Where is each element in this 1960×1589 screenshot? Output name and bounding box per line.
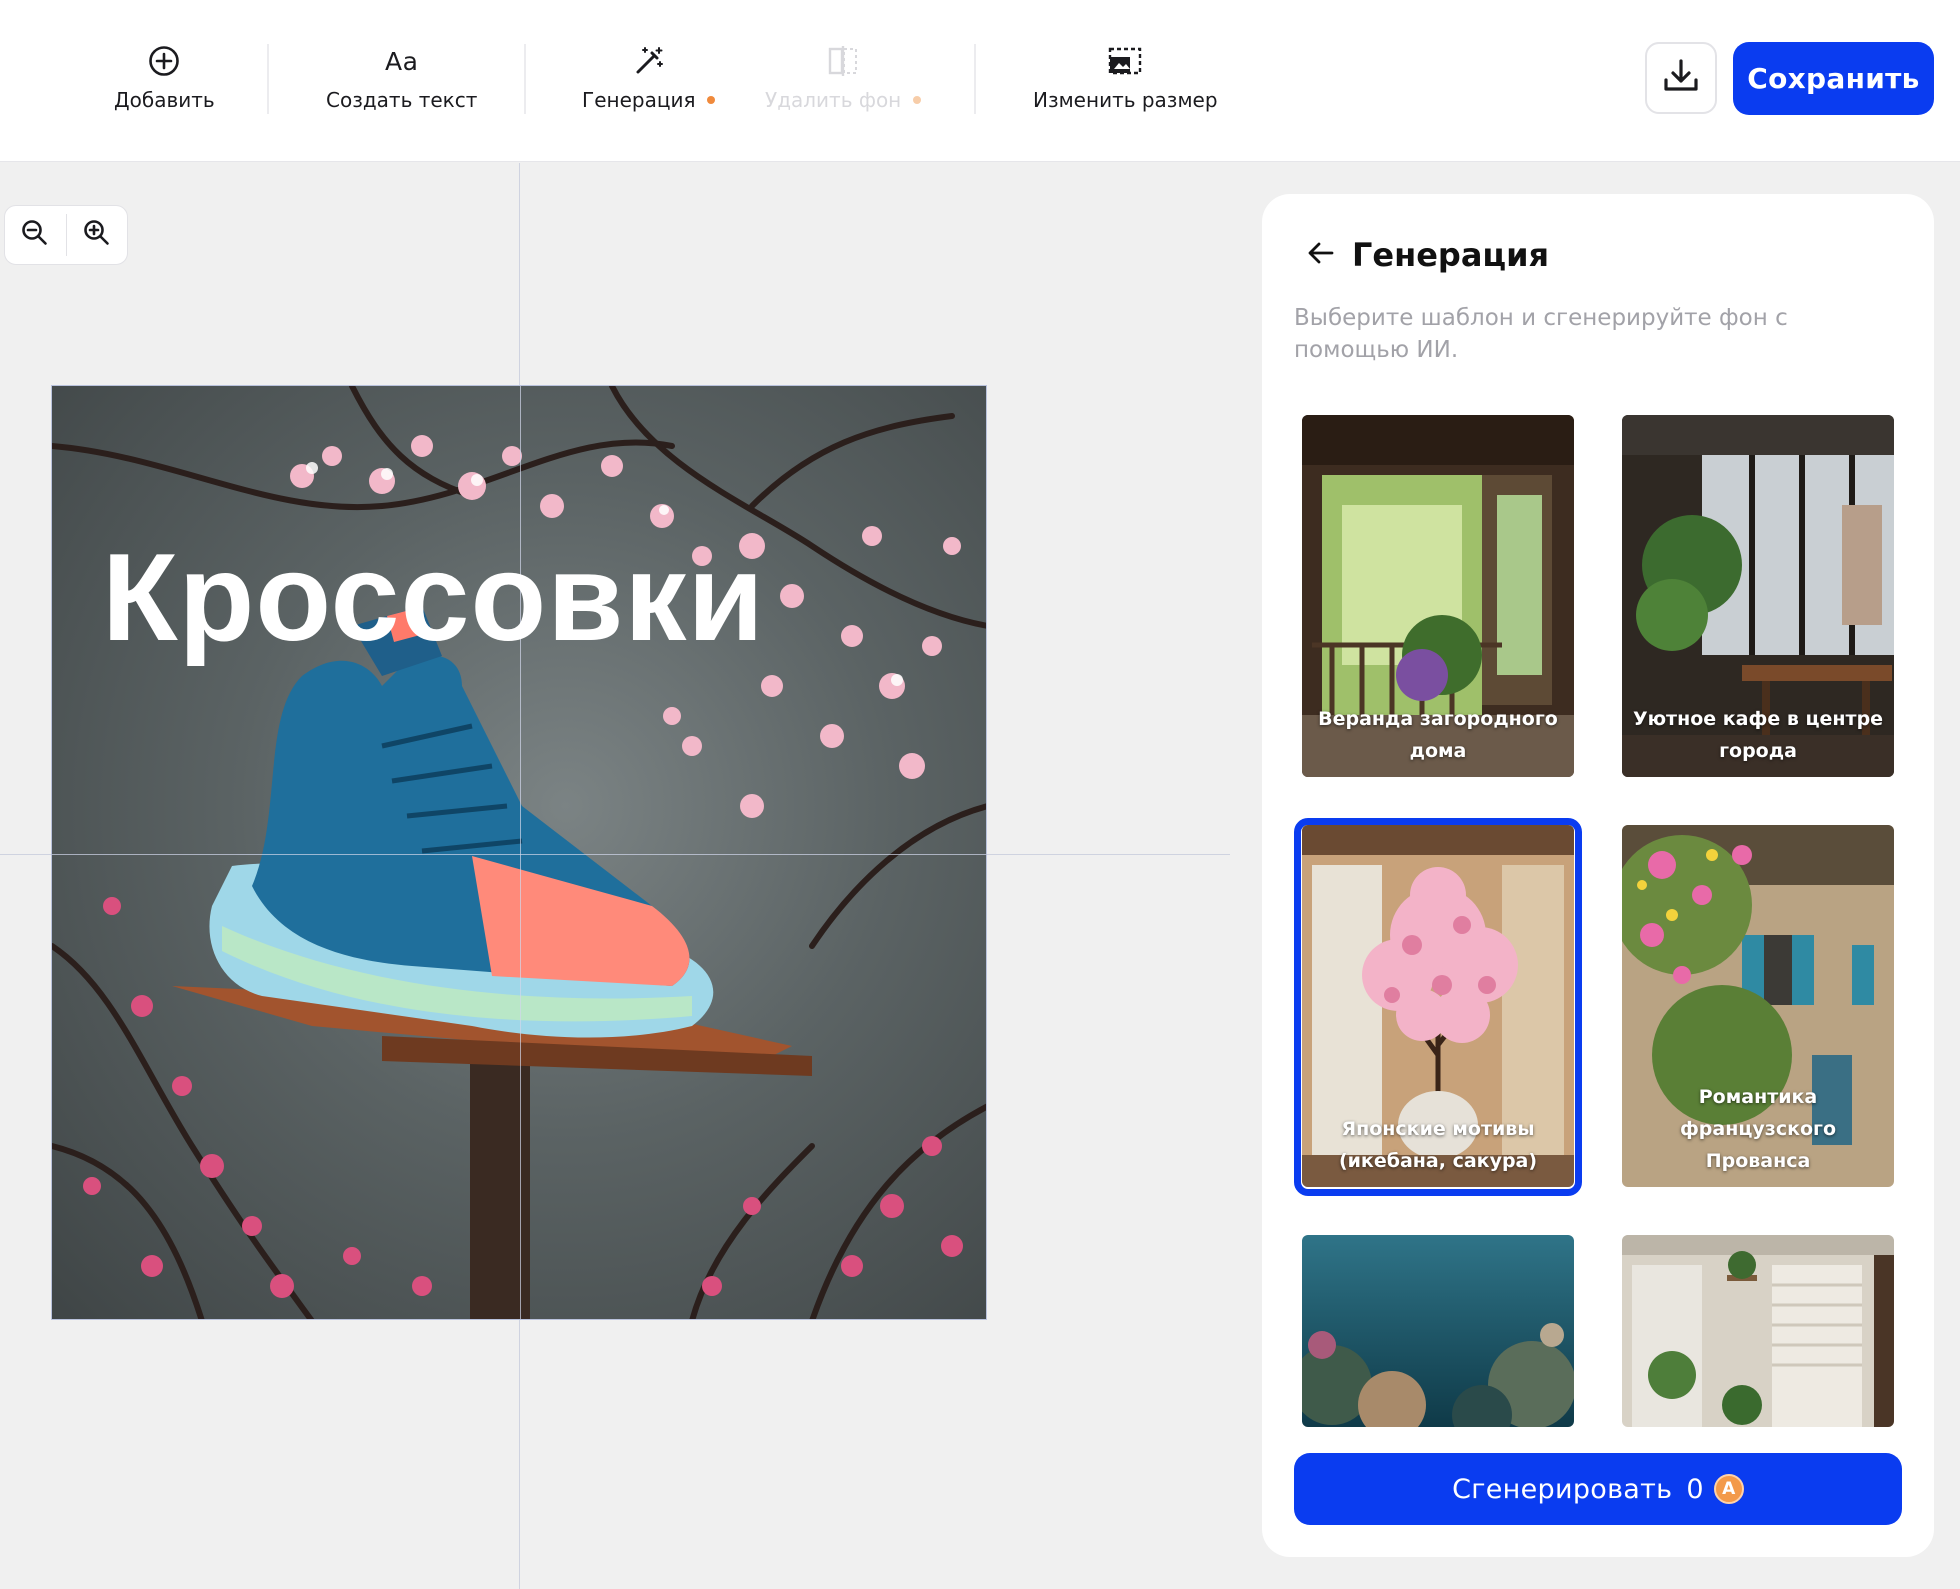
magic-wand-icon xyxy=(632,42,666,80)
canvas-title-text[interactable]: Кроссовки xyxy=(102,536,765,660)
resize-button[interactable]: Изменить размер xyxy=(1033,42,1218,112)
zoom-controls xyxy=(4,205,128,265)
artwork-vertical-guide xyxy=(520,386,521,1319)
template-caption: Уютное кафе в центре города xyxy=(1632,708,1884,762)
zoom-out-icon xyxy=(20,218,50,252)
create-text-label: Создать текст xyxy=(326,88,478,112)
template-card-japanese[interactable]: Японские мотивы (икебана, сакура) xyxy=(1302,825,1574,1187)
coin-icon: A xyxy=(1713,1474,1744,1504)
text-aa-icon: Aa xyxy=(384,46,419,76)
panel-header: Генерация xyxy=(1306,236,1549,274)
template-caption: Романтика французского Прованса xyxy=(1679,1086,1837,1172)
zoom-in-button[interactable] xyxy=(67,206,128,264)
download-icon xyxy=(1661,56,1701,100)
toolbar-divider xyxy=(267,44,269,114)
top-toolbar: Добавить Aa Создать текст Генерация Удал… xyxy=(0,0,1960,162)
generation-label: Генерация xyxy=(582,88,696,112)
underwater-thumbnail xyxy=(1302,1235,1574,1427)
zoom-out-button[interactable] xyxy=(5,206,66,264)
template-card-interior[interactable] xyxy=(1622,1235,1894,1427)
template-card-cafe[interactable]: Уютное кафе в центре города xyxy=(1622,415,1894,777)
generate-label: Сгенерировать xyxy=(1452,1473,1673,1505)
panel-title: Генерация xyxy=(1352,236,1550,274)
toolbar-divider xyxy=(974,44,976,114)
remove-bg-icon xyxy=(827,42,859,80)
resize-label: Изменить размер xyxy=(1033,88,1218,112)
remove-bg-label: Удалить фон xyxy=(765,88,902,112)
interior-thumbnail xyxy=(1622,1235,1894,1427)
save-button[interactable]: Сохранить xyxy=(1733,42,1934,115)
new-badge-dot xyxy=(707,96,716,104)
add-button[interactable]: Добавить xyxy=(114,42,215,112)
generate-button[interactable]: Сгенерировать 0 A xyxy=(1294,1453,1902,1525)
remove-bg-button[interactable]: Удалить фон xyxy=(765,42,922,112)
toolbar-divider xyxy=(524,44,526,114)
resize-icon xyxy=(1107,42,1143,80)
generation-panel: Генерация Выберите шаблон и сгенерируйте… xyxy=(1262,194,1934,1557)
panel-description: Выберите шаблон и сгенерируйте фон с пом… xyxy=(1294,305,1788,363)
template-caption: Веранда загородного дома xyxy=(1318,708,1558,762)
template-caption: Японские мотивы (икебана, сакура) xyxy=(1338,1118,1538,1172)
zoom-in-icon xyxy=(82,218,112,252)
artwork-horizontal-guide xyxy=(52,854,986,855)
arrow-left-icon[interactable] xyxy=(1306,238,1336,272)
create-text-button[interactable]: Aa Создать текст xyxy=(326,42,478,113)
add-button-label: Добавить xyxy=(114,88,215,112)
plus-circle-icon xyxy=(148,42,180,80)
template-card-underwater[interactable] xyxy=(1302,1235,1574,1427)
design-canvas[interactable]: Кроссовки xyxy=(51,385,987,1320)
template-card-veranda[interactable]: Веранда загородного дома xyxy=(1302,415,1574,777)
template-card-provence[interactable]: Романтика французского Прованса xyxy=(1622,825,1894,1187)
new-badge-dot xyxy=(913,96,922,104)
generation-button[interactable]: Генерация xyxy=(582,42,716,112)
download-button[interactable] xyxy=(1645,42,1717,114)
credits-count: 0 xyxy=(1686,1473,1704,1505)
